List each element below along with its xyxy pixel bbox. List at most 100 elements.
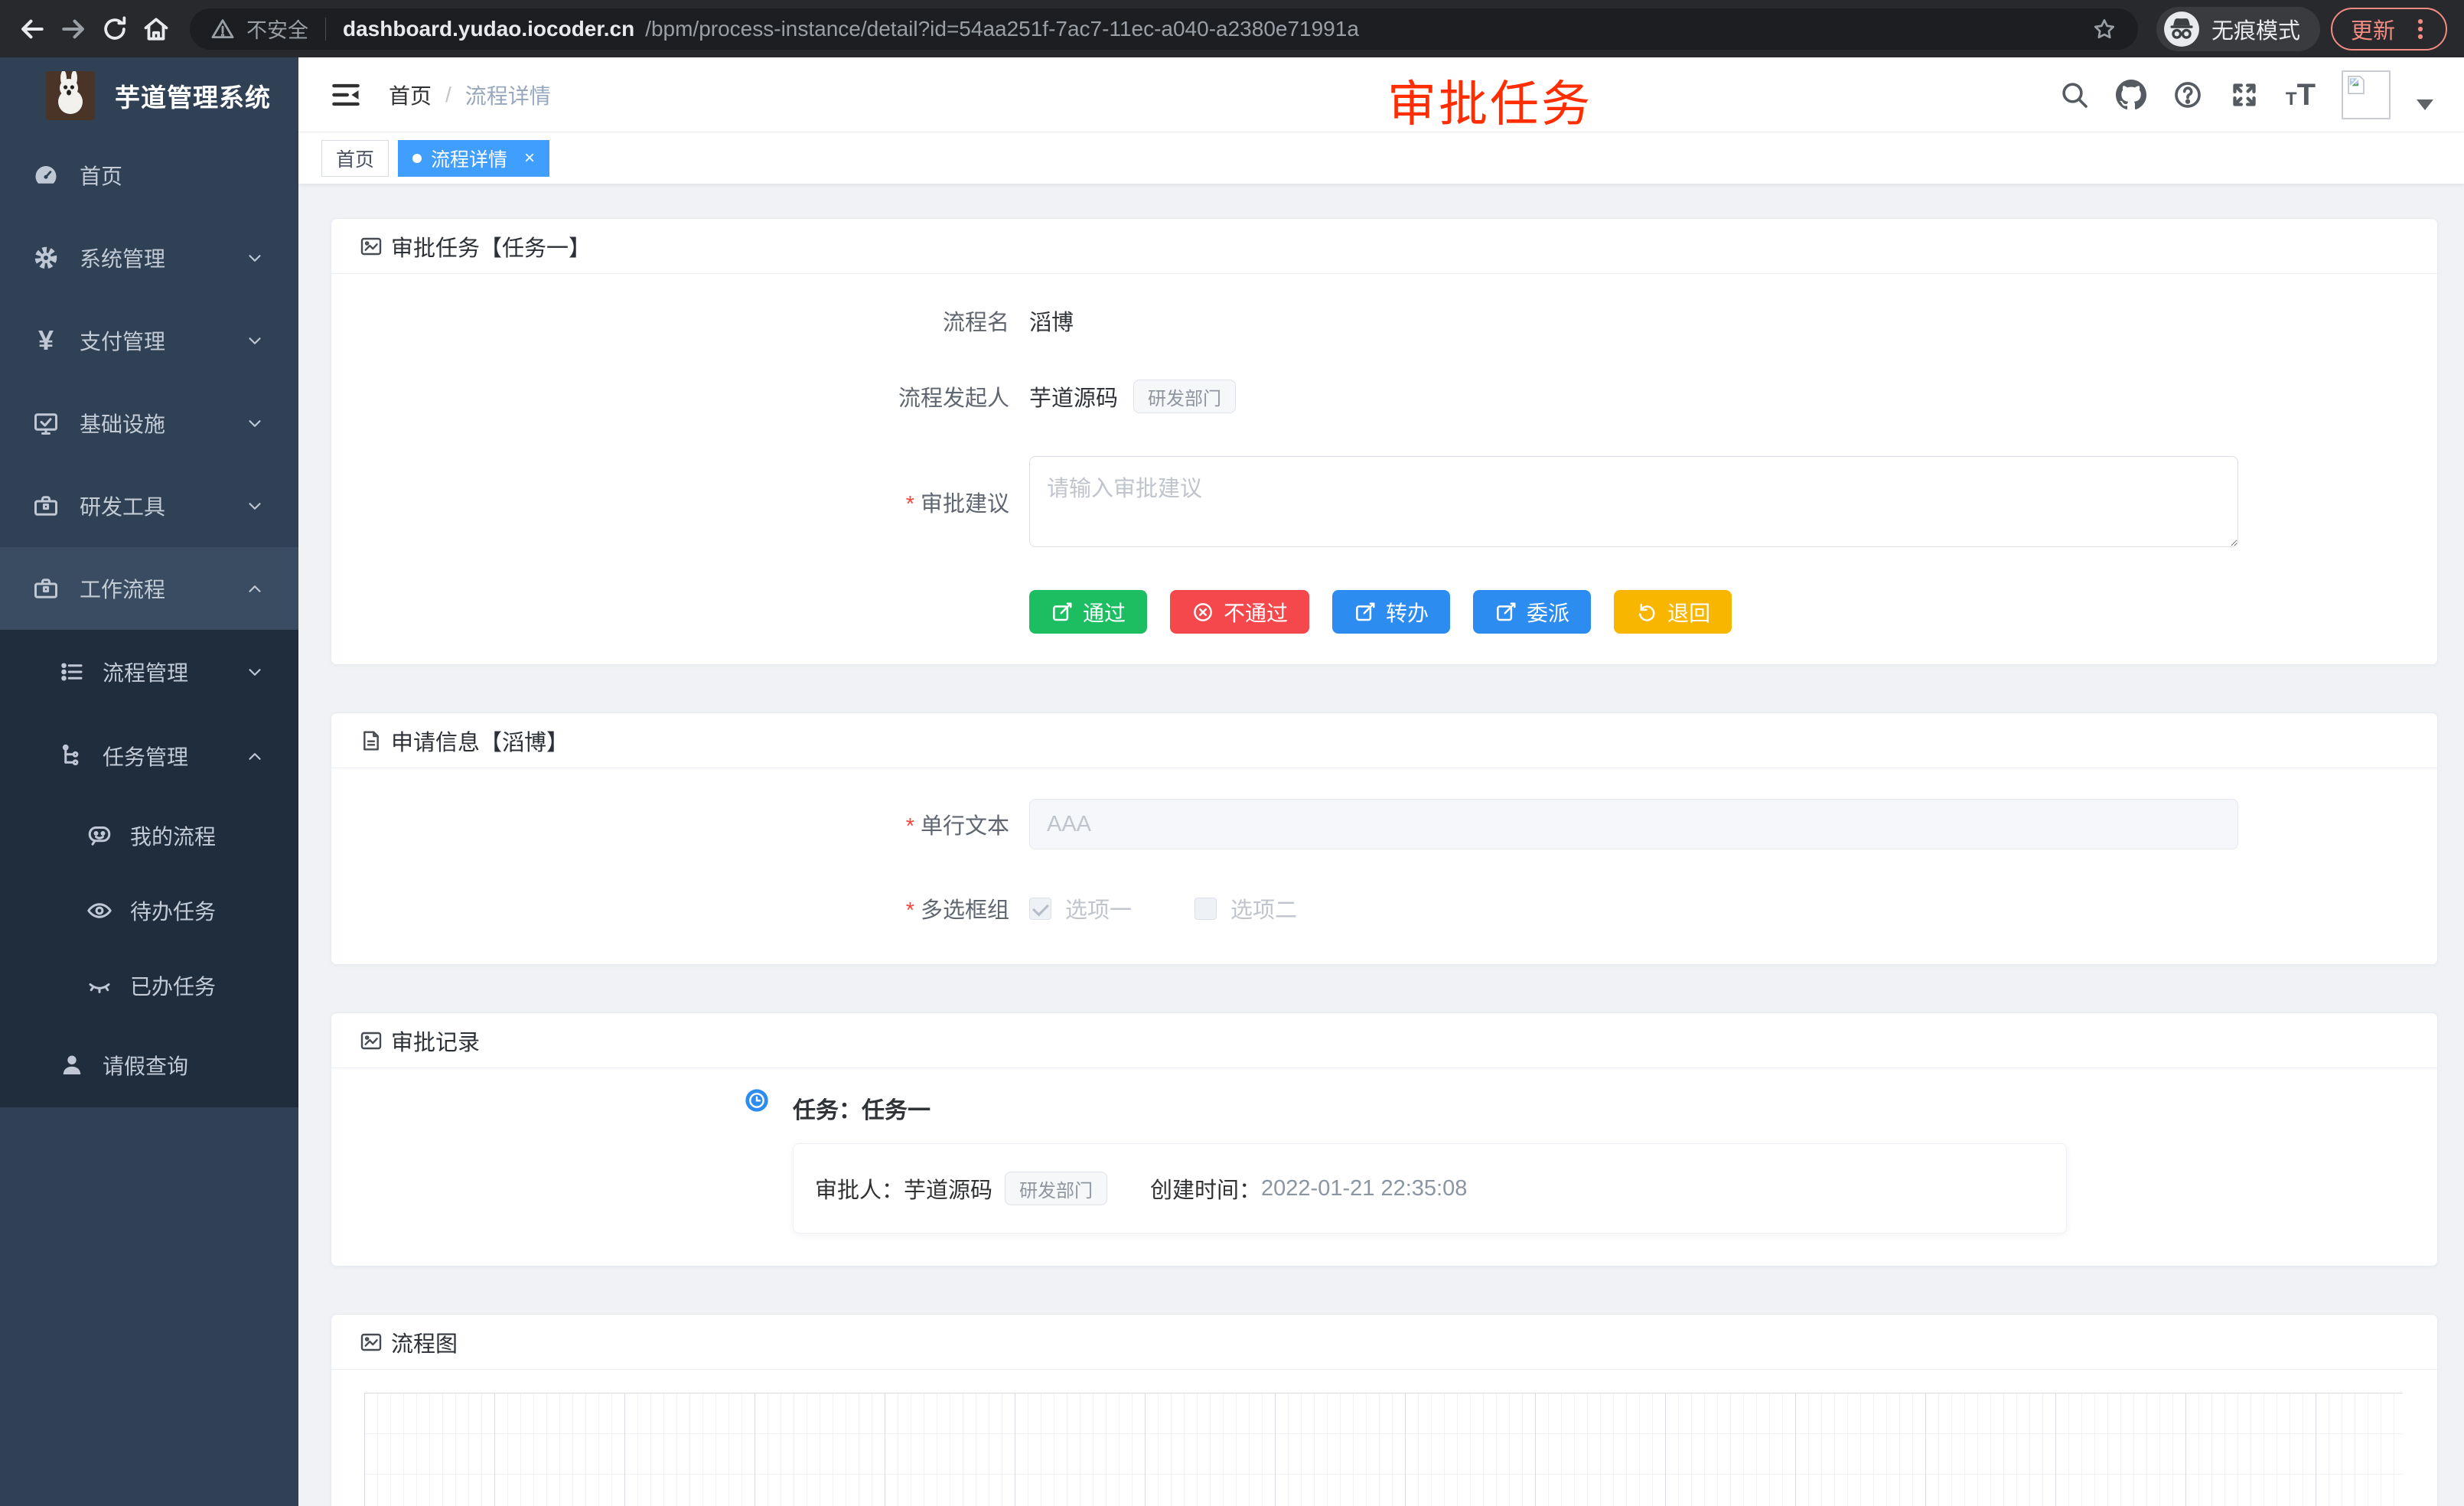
sidebar-item-done-tasks[interactable]: 已办任务 <box>0 948 298 1023</box>
checkbox-checked-icon[interactable] <box>1029 898 1051 920</box>
checkbox-option-2[interactable]: 选项二 <box>1195 892 1297 924</box>
tree-icon <box>58 742 86 770</box>
bookmark-star-icon[interactable] <box>2091 15 2118 43</box>
single-text-input[interactable] <box>1029 799 2238 849</box>
home-icon[interactable] <box>141 14 171 44</box>
sidebar-item-process-mgmt[interactable]: 流程管理 <box>0 630 298 714</box>
checkbox-unchecked-icon[interactable] <box>1195 898 1217 920</box>
breadcrumb-separator: / <box>445 83 451 107</box>
field-value: 芋道源码 研发部门 <box>1029 380 1236 413</box>
reject-button[interactable]: 不通过 <box>1170 590 1309 634</box>
document-icon <box>359 729 383 753</box>
breadcrumb-home[interactable]: 首页 <box>389 80 432 110</box>
tab-home[interactable]: 首页 <box>321 140 389 177</box>
briefcase-icon <box>32 575 60 602</box>
initiator-name: 芋道源码 <box>1029 380 1118 412</box>
dashboard-icon <box>32 161 60 189</box>
approve-button[interactable]: 通过 <box>1029 590 1147 634</box>
fullscreen-icon[interactable] <box>2229 80 2260 110</box>
sidebar-item-devtools[interactable]: 研发工具 <box>0 465 298 547</box>
user-icon <box>58 1051 86 1079</box>
picture-icon <box>359 1028 383 1053</box>
list-icon <box>58 658 86 686</box>
checkbox-option-1[interactable]: 选项一 <box>1029 892 1132 924</box>
approve-buttons-row: 通过 不通过 转办 委派 <box>1029 590 2437 634</box>
sidebar-item-label: 首页 <box>80 160 122 191</box>
chevron-up-icon <box>245 746 265 766</box>
monitor-icon <box>32 409 60 437</box>
sidebar-item-label: 流程管理 <box>103 657 188 687</box>
address-divider <box>325 18 326 41</box>
approver-name: 芋道源码 <box>904 1172 992 1204</box>
sidebar-item-todo-tasks[interactable]: 待办任务 <box>0 873 298 948</box>
card-header: 流程图 <box>331 1315 2437 1370</box>
url-host: dashboard.yudao.iocoder.cn <box>343 17 634 41</box>
task-title: 任务：任务一 <box>793 1091 2437 1125</box>
form-row-process-name: 流程名 滔博 <box>331 305 2437 337</box>
chevron-down-icon <box>245 331 265 350</box>
sidebar-item-leave-query[interactable]: 请假查询 <box>0 1023 298 1107</box>
sidebar-item-system[interactable]: 系统管理 <box>0 217 298 299</box>
picture-icon <box>359 234 383 259</box>
incognito-badge: 无痕模式 <box>2156 7 2320 51</box>
sidebar-item-label: 系统管理 <box>80 243 165 273</box>
transfer-button[interactable]: 转办 <box>1332 590 1450 634</box>
sidebar-item-my-process[interactable]: 我的流程 <box>0 798 298 873</box>
workflow-submenu: 流程管理 任务管理 我的流程 待办任务 已办任务 请假 <box>0 630 298 1107</box>
field-label: 单行文本 <box>331 808 1009 840</box>
app-logo-row[interactable]: 芋道管理系统 <box>0 57 298 134</box>
dept-tag: 研发部门 <box>1133 380 1236 413</box>
incognito-icon <box>2163 10 2201 48</box>
github-icon[interactable] <box>2116 80 2146 110</box>
sidebar-item-label: 工作流程 <box>80 573 165 604</box>
avatar-dropdown-caret-icon[interactable] <box>2417 99 2433 110</box>
gear-icon <box>32 244 60 272</box>
approve-opinion-textarea[interactable] <box>1029 456 2238 547</box>
field-label: 多选框组 <box>331 892 1009 924</box>
tab-process-detail[interactable]: 流程详情 × <box>398 140 549 177</box>
address-bar[interactable]: 不安全 dashboard.yudao.iocoder.cn /bpm/proc… <box>190 8 2138 50</box>
app-header: 首页 / 流程详情 审批任务 TT <box>298 57 2464 132</box>
chevron-down-icon <box>245 248 265 268</box>
browser-menu-icon[interactable] <box>2407 16 2433 42</box>
process-diagram-card: 流程图 <box>331 1314 2438 1506</box>
broken-image-icon <box>2345 73 2368 96</box>
form-row-checkbox-group: 多选框组 选项一 选项二 <box>331 892 2437 924</box>
edit-icon <box>1494 601 1517 624</box>
close-icon[interactable]: × <box>524 148 535 169</box>
sidebar-item-home[interactable]: 首页 <box>0 134 298 217</box>
collapse-sidebar-icon[interactable] <box>329 78 363 112</box>
back-icon[interactable] <box>17 14 47 44</box>
tab-label: 流程详情 <box>431 145 507 172</box>
forward-icon[interactable] <box>58 14 89 44</box>
timeline-clock-icon <box>745 1088 769 1113</box>
return-button[interactable]: 退回 <box>1614 590 1732 634</box>
sidebar-item-task-mgmt[interactable]: 任务管理 <box>0 714 298 798</box>
avatar[interactable] <box>2342 70 2391 119</box>
incognito-label: 无痕模式 <box>2211 13 2300 45</box>
sidebar-item-label: 待办任务 <box>130 895 216 926</box>
reload-icon[interactable] <box>99 14 130 44</box>
delegate-button[interactable]: 委派 <box>1473 590 1591 634</box>
sidebar-item-workflow[interactable]: 工作流程 <box>0 547 298 630</box>
breadcrumb-current: 流程详情 <box>465 80 551 110</box>
record-panel: 审批人： 芋道源码 研发部门 创建时间： 2022-01-21 22:35:08 <box>793 1143 2067 1234</box>
toolbox-icon <box>32 492 60 520</box>
url-path: /bpm/process-instance/detail?id=54aa251f… <box>645 17 2080 41</box>
sidebar-item-label: 任务管理 <box>103 741 188 771</box>
not-secure-warning-icon <box>210 16 236 42</box>
approve-task-card: 审批任务【任务一】 流程名 滔博 流程发起人 芋道源码 研发部门 <box>331 218 2438 665</box>
font-size-icon[interactable]: TT <box>2286 81 2316 109</box>
form-row-single-text: 单行文本 <box>331 799 2437 849</box>
search-icon[interactable] <box>2059 80 2090 110</box>
sidebar-item-infra[interactable]: 基础设施 <box>0 382 298 465</box>
approver-label: 审批人： <box>815 1172 904 1204</box>
bpmn-canvas[interactable] <box>364 1393 2403 1506</box>
sidebar-item-label: 基础设施 <box>80 408 165 438</box>
yen-icon: ¥ <box>32 327 60 354</box>
field-label: 流程名 <box>331 305 1009 337</box>
browser-update-button[interactable]: 更新 <box>2331 8 2447 51</box>
chevron-down-icon <box>245 413 265 433</box>
help-icon[interactable] <box>2172 80 2203 110</box>
sidebar-item-payment[interactable]: ¥ 支付管理 <box>0 299 298 382</box>
